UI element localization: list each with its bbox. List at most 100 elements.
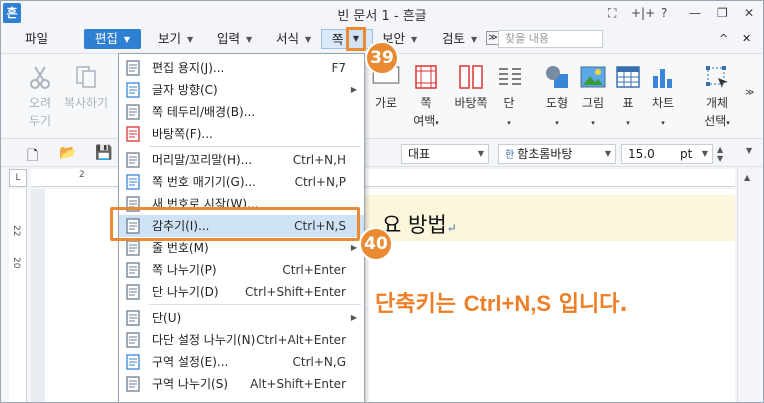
menu-format[interactable]: 서식 ▼	[276, 29, 311, 49]
page-border-icon	[125, 104, 141, 120]
menu-view[interactable]: 보기 ▼	[158, 29, 193, 49]
menu-item-2[interactable]: 쪽 테두리/배경(B)...	[119, 101, 364, 123]
copy-button[interactable]: 복사하기	[61, 64, 111, 112]
text-direction-icon	[125, 82, 141, 98]
chevron-down-icon: ▼	[411, 35, 418, 44]
menu-input[interactable]: 입력 ▼	[217, 29, 252, 49]
menu-item-shortcut: Alt+Shift+Enter	[250, 377, 346, 391]
menu-item-shortcut: Ctrl+Alt+Enter	[256, 333, 346, 347]
column-icon	[499, 68, 521, 85]
document-text[interactable]: 요 방법↵	[382, 209, 457, 239]
menu-separator	[149, 146, 361, 147]
menu-item-label: 구역 설정(E)...	[152, 355, 229, 369]
menu-item-label: 단 나누기(D)	[152, 285, 219, 299]
collapse-ribbon-icon[interactable]: ^	[719, 29, 728, 49]
menu-item-1[interactable]: 글자 방향(C) ▶	[119, 79, 364, 101]
menu-item-shortcut: Ctrl+Enter	[282, 263, 346, 277]
vertical-scrollbar[interactable]: ▲	[737, 169, 761, 402]
menu-item-11[interactable]: 단(U) ▶	[119, 307, 364, 329]
shape-button[interactable]: 도형 ▾	[542, 64, 572, 132]
column-break-icon	[125, 284, 141, 300]
line-number-icon	[125, 240, 141, 256]
menu-item-14[interactable]: 구역 나누기(S) Alt+Shift+Enter	[119, 373, 364, 395]
help-icon[interactable]: ?	[661, 5, 667, 21]
cut-button[interactable]: 오려 두기	[25, 64, 55, 130]
chart-button[interactable]: 차트 ▾	[648, 64, 678, 132]
menu-edit[interactable]: 편집 ▼	[84, 29, 141, 49]
hangul-font-icon: 한	[505, 150, 515, 161]
menu-item-label: 구역 나누기(S)	[152, 377, 228, 391]
close-window-icon[interactable]: ✕	[744, 5, 754, 21]
step-badge-39: 39	[365, 41, 399, 75]
scroll-up-icon[interactable]: ▲	[744, 173, 750, 182]
page-menu-dropdown-button[interactable]: ▼	[346, 27, 366, 51]
background-page-button[interactable]: 바탕쪽	[451, 64, 491, 112]
split-icon[interactable]: +|+	[631, 5, 655, 21]
instruction-text: 단축키는 Ctrl+N,S 입니다.	[375, 291, 628, 317]
column-button[interactable]: 단 ▾	[497, 64, 521, 132]
copy-icon	[76, 66, 96, 88]
menu-item-label: 쪽 나누기(P)	[152, 263, 217, 277]
style-select[interactable]: 대표 ▼	[401, 144, 489, 164]
menu-item-label: 쪽 번호 매기기(G)...	[152, 175, 256, 189]
menu-item-label: 머리말/꼬리말(H)...	[152, 153, 253, 167]
page-margin-button[interactable]: 쪽 여백▾	[409, 64, 443, 132]
menu-separator	[149, 304, 361, 305]
margin-icon	[415, 65, 437, 89]
ribbon-expand-icon[interactable]: ≫	[745, 84, 754, 102]
menu-item-4[interactable]: 머리말/꼬리말(H)... Ctrl+N,H	[119, 149, 364, 171]
header-footer-icon	[125, 152, 141, 168]
menu-item-label: 글자 방향(C)	[152, 83, 218, 97]
page-break-icon	[125, 262, 141, 278]
hide-item-highlight	[110, 207, 360, 241]
fullscreen-icon[interactable]: ⛶	[608, 5, 616, 21]
menu-item-shortcut: F7	[331, 61, 346, 75]
open-folder-icon[interactable]: 📂	[59, 145, 76, 161]
vertical-ruler[interactable]: 22 20	[9, 189, 27, 402]
step-badge-40: 40	[359, 227, 393, 261]
picture-button[interactable]: 그림 ▾	[578, 64, 608, 132]
page-number-icon	[125, 174, 141, 190]
menu-item-9[interactable]: 쪽 나누기(P) Ctrl+Enter	[119, 259, 364, 281]
column-icon	[125, 310, 141, 326]
minimize-icon[interactable]: —	[689, 5, 701, 21]
object-select-icon	[706, 66, 728, 88]
menu-review[interactable]: 검토 ▼	[442, 29, 477, 49]
restore-icon[interactable]: ❐	[717, 5, 728, 21]
font-size-stepper[interactable]: ▲ ▼	[717, 145, 723, 163]
menu-item-0[interactable]: 편집 용지(J)... F7	[119, 57, 364, 79]
section-break-icon	[125, 376, 141, 392]
app-window: 흔 빈 문서 1 - 흔글 ⛶ +|+ ? — ❐ ✕ 파일 편집 ▼ 보기 ▼ 입…	[0, 0, 764, 403]
menu-item-label: 바탕쪽(F)...	[152, 127, 213, 141]
object-select-button[interactable]: 개체 선택▾	[698, 64, 736, 132]
background-page-icon	[459, 65, 483, 89]
new-doc-icon[interactable]: 🗋	[27, 145, 38, 169]
menu-file[interactable]: 파일	[25, 29, 48, 49]
scissors-icon	[30, 66, 50, 89]
background-page-icon	[125, 126, 141, 142]
font-size-input[interactable]: 15.0 pt ▼	[621, 144, 713, 164]
menu-item-12[interactable]: 다단 설정 나누기(N) Ctrl+Alt+Enter	[119, 329, 364, 351]
chart-icon	[653, 69, 672, 88]
search-input[interactable]: 찾을 내용	[498, 30, 603, 48]
menu-item-13[interactable]: 구역 설정(E)... Ctrl+N,G	[119, 351, 364, 373]
chevron-down-icon: ▼	[604, 149, 611, 158]
submenu-arrow-icon: ▶	[350, 313, 357, 322]
ruler-corner-icon[interactable]: L	[9, 169, 27, 187]
menu-item-10[interactable]: 단 나누기(D) Ctrl+Shift+Enter	[119, 281, 364, 303]
section-setup-icon	[125, 354, 141, 370]
menu-item-3[interactable]: 바탕쪽(F)...	[119, 123, 364, 145]
format-toolbar: 🗋 📂 💾 대표 ▼ 한 함초롬바탕 ▼ 15.0 pt ▼ ▲ ▼ ▼	[1, 141, 763, 167]
menu-item-label: 쪽 테두리/배경(B)...	[152, 105, 256, 119]
menu-item-shortcut: Ctrl+N,G	[292, 355, 347, 369]
table-icon	[616, 66, 640, 88]
table-button[interactable]: 표 ▾	[614, 64, 642, 132]
submenu-arrow-icon: ▶	[350, 85, 357, 94]
menu-item-label: 편집 용지(J)...	[152, 61, 225, 75]
toolbar-expand-icon[interactable]: ▼	[746, 146, 752, 155]
menu-item-5[interactable]: 쪽 번호 매기기(G)... Ctrl+N,P	[119, 171, 364, 193]
font-select[interactable]: 한 함초롬바탕 ▼	[498, 144, 616, 164]
save-icon[interactable]: 💾	[95, 145, 112, 161]
menu-item-label: 단(U)	[152, 311, 182, 325]
close-doc-icon[interactable]: ✕	[742, 29, 751, 49]
